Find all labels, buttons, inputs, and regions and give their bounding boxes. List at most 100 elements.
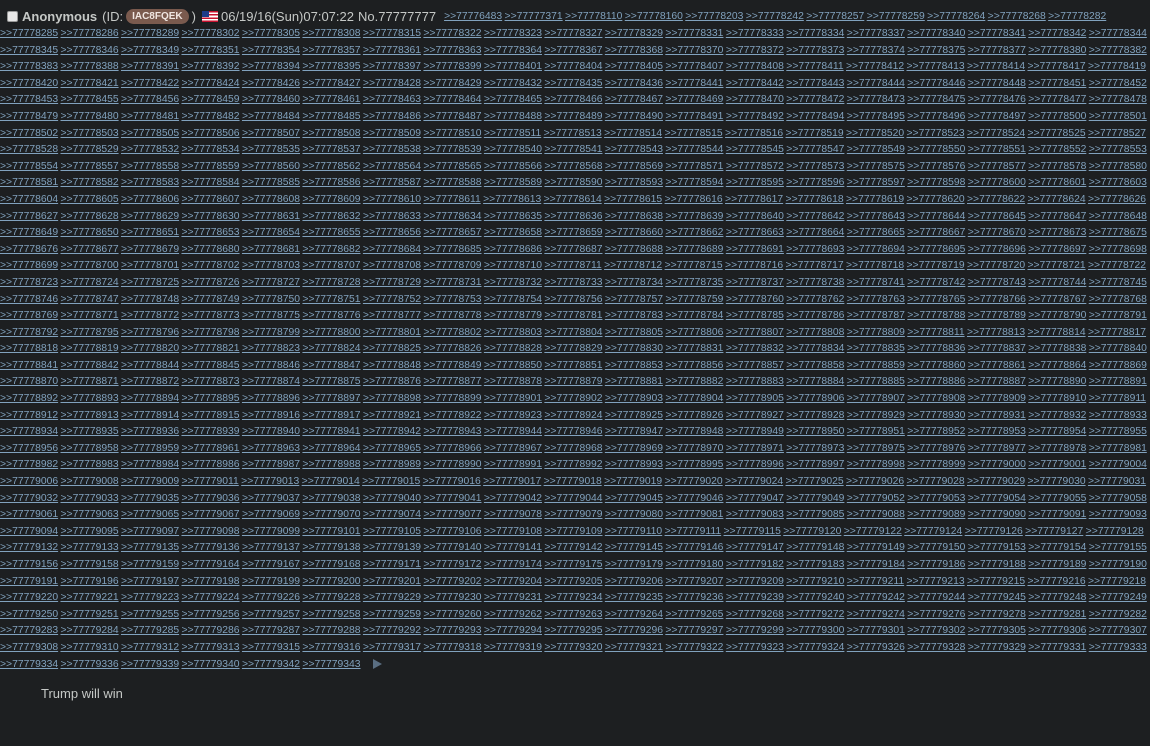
reply-link[interactable]: >>77778507 <box>242 128 300 139</box>
reply-link[interactable]: >>77778660 <box>605 227 663 238</box>
reply-link[interactable]: >>77778998 <box>847 459 905 470</box>
reply-link[interactable]: >>77778908 <box>907 393 965 404</box>
reply-link[interactable]: >>77779167 <box>242 559 300 570</box>
reply-link[interactable]: >>77779079 <box>544 509 602 520</box>
reply-link[interactable]: >>77779301 <box>847 625 905 636</box>
reply-link[interactable]: >>77779216 <box>1027 576 1085 587</box>
reply-link[interactable]: >>77778768 <box>1089 294 1147 305</box>
reply-link[interactable]: >>77779126 <box>965 526 1023 537</box>
reply-link[interactable]: >>77778630 <box>181 211 239 222</box>
reply-link[interactable]: >>77778611 <box>423 194 480 205</box>
reply-link[interactable]: >>77778905 <box>726 393 784 404</box>
reply-link[interactable]: >>77778667 <box>907 227 965 238</box>
reply-link[interactable]: >>77778798 <box>181 327 239 338</box>
reply-link[interactable]: >>77778609 <box>302 194 360 205</box>
reply-link[interactable]: >>77778925 <box>605 410 663 421</box>
reply-link[interactable]: >>77778600 <box>968 177 1026 188</box>
reply-link[interactable]: >>77778613 <box>483 194 541 205</box>
reply-link[interactable]: >>77778749 <box>181 294 239 305</box>
reply-link[interactable]: >>77779047 <box>726 493 784 504</box>
reply-link[interactable]: >>77779226 <box>242 592 300 603</box>
reply-link[interactable]: >>77778830 <box>605 343 663 354</box>
reply-link[interactable]: >>77778724 <box>60 277 118 288</box>
reply-link[interactable]: >>77778890 <box>1028 376 1086 387</box>
reply-link[interactable]: >>77778658 <box>484 227 542 238</box>
reply-link[interactable]: >>77779302 <box>907 625 965 636</box>
reply-link[interactable]: >>77779028 <box>907 476 965 487</box>
reply-link[interactable]: >>77778545 <box>726 144 784 155</box>
reply-link[interactable]: >>77778203 <box>685 11 743 22</box>
reply-link[interactable]: >>77779198 <box>181 576 239 587</box>
reply-link[interactable]: >>77778878 <box>484 376 542 387</box>
reply-link[interactable]: >>77778819 <box>60 343 118 354</box>
reply-link[interactable]: >>77779156 <box>0 559 58 570</box>
reply-link[interactable]: >>77778899 <box>423 393 481 404</box>
reply-link[interactable]: >>77778456 <box>121 94 179 105</box>
reply-link[interactable]: >>77779035 <box>121 493 179 504</box>
reply-link[interactable]: >>77778769 <box>0 310 58 321</box>
reply-link[interactable]: >>77778977 <box>968 443 1026 454</box>
reply-link[interactable]: >>77778411 <box>786 61 843 72</box>
reply-link[interactable]: >>77778511 <box>484 128 541 139</box>
reply-link[interactable]: >>77778657 <box>423 227 481 238</box>
reply-link[interactable]: >>77778809 <box>847 327 905 338</box>
reply-link[interactable]: >>77778722 <box>1088 260 1146 271</box>
reply-link[interactable]: >>77779019 <box>604 476 662 487</box>
reply-link[interactable]: >>77778380 <box>1028 45 1086 56</box>
reply-link[interactable]: >>77778696 <box>968 244 1026 255</box>
reply-link[interactable]: >>77778535 <box>242 144 300 155</box>
reply-link[interactable]: >>77778742 <box>907 277 965 288</box>
reply-link[interactable]: >>77778391 <box>121 61 179 72</box>
reply-link[interactable]: >>77779183 <box>786 559 844 570</box>
reply-link[interactable]: >>77779164 <box>181 559 239 570</box>
reply-link[interactable]: >>77778747 <box>60 294 118 305</box>
reply-link[interactable]: >>77778394 <box>242 61 300 72</box>
reply-link[interactable]: >>77779189 <box>1028 559 1086 570</box>
reply-link[interactable]: >>77779055 <box>1028 493 1086 504</box>
reply-link[interactable]: >>77778562 <box>302 161 360 172</box>
reply-link[interactable]: >>77778538 <box>363 144 421 155</box>
reply-link[interactable]: >>77779179 <box>605 559 663 570</box>
reply-link[interactable]: >>77778859 <box>847 360 905 371</box>
reply-link[interactable]: >>77778807 <box>726 327 784 338</box>
reply-link[interactable]: >>77778506 <box>181 128 239 139</box>
reply-link[interactable]: >>77778429 <box>423 78 481 89</box>
reply-link[interactable]: >>77778728 <box>302 277 360 288</box>
reply-link[interactable]: >>77778982 <box>0 459 58 470</box>
reply-link[interactable]: >>77778939 <box>181 426 239 437</box>
reply-link[interactable]: >>77778857 <box>726 360 784 371</box>
reply-link[interactable]: >>77779024 <box>725 476 783 487</box>
reply-link[interactable]: >>77779259 <box>363 609 421 620</box>
reply-link[interactable]: >>77779294 <box>484 625 542 636</box>
reply-link[interactable]: >>77778557 <box>60 161 118 172</box>
reply-link[interactable]: >>77778850 <box>484 360 542 371</box>
reply-link[interactable]: >>77778491 <box>665 111 723 122</box>
reply-link[interactable]: >>77778424 <box>181 78 239 89</box>
reply-link[interactable]: >>77778519 <box>786 128 844 139</box>
reply-link[interactable]: >>77779276 <box>907 609 965 620</box>
reply-link[interactable]: >>77778534 <box>181 144 239 155</box>
reply-link[interactable]: >>77778408 <box>726 61 784 72</box>
reply-link[interactable]: >>77779174 <box>484 559 542 570</box>
reply-link[interactable]: >>77778446 <box>907 78 965 89</box>
reply-link[interactable]: >>77778981 <box>1089 443 1147 454</box>
reply-link[interactable]: >>77779132 <box>0 542 58 553</box>
reply-link[interactable]: >>77778691 <box>726 244 784 255</box>
reply-link[interactable]: >>77778893 <box>60 393 118 404</box>
reply-link[interactable]: >>77778966 <box>423 443 481 454</box>
reply-link[interactable]: >>77778950 <box>786 426 844 437</box>
reply-link[interactable]: >>77779220 <box>0 592 58 603</box>
reply-link[interactable]: >>77778351 <box>181 45 239 56</box>
reply-link[interactable]: >>77778712 <box>604 260 662 271</box>
reply-link[interactable]: >>77778992 <box>544 459 602 470</box>
reply-link[interactable]: >>77778805 <box>605 327 663 338</box>
reply-link[interactable]: >>77779029 <box>967 476 1025 487</box>
reply-link[interactable]: >>77778617 <box>725 194 783 205</box>
reply-link[interactable]: >>77779230 <box>423 592 481 603</box>
reply-link[interactable]: >>77778823 <box>242 343 300 354</box>
reply-link[interactable]: >>77778478 <box>1089 94 1147 105</box>
reply-link[interactable]: >>77778582 <box>60 177 118 188</box>
reply-link[interactable]: >>77778308 <box>302 28 360 39</box>
reply-link[interactable]: >>77779026 <box>846 476 904 487</box>
reply-link[interactable]: >>77778680 <box>181 244 239 255</box>
